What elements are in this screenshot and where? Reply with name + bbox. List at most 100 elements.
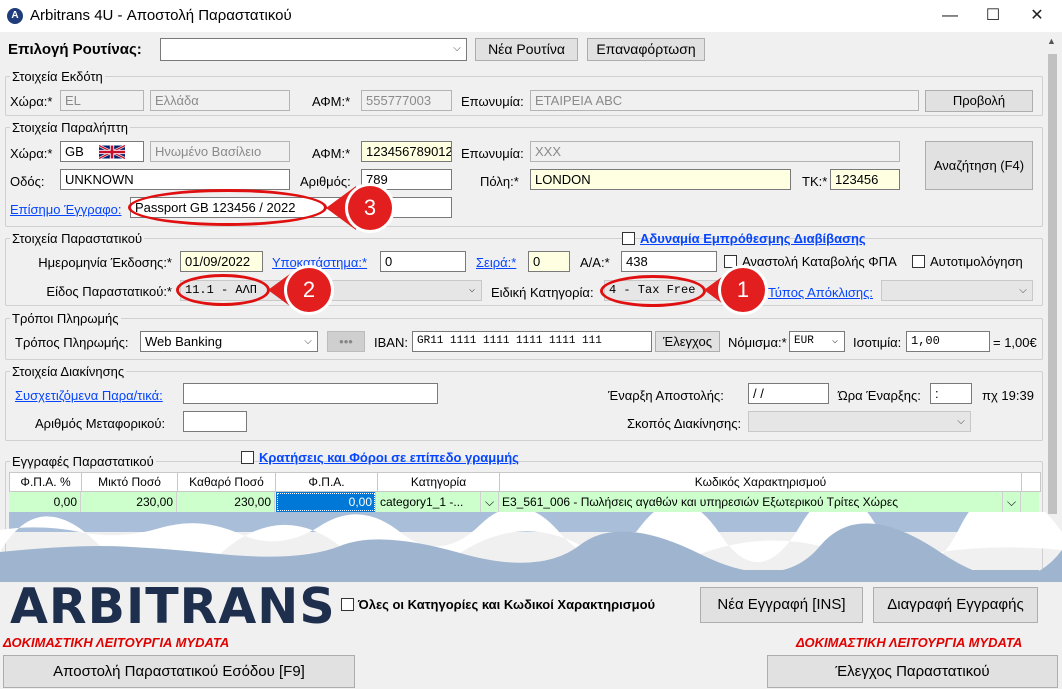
new-entry-button[interactable]: Νέα Εγγραφή [INS] (700, 587, 863, 623)
withholdings-link[interactable]: Κρατήσεις και Φόροι σε επίπεδο γραμμής (259, 450, 519, 465)
chevron-down-icon[interactable]: ⌵ (481, 492, 499, 512)
table-row[interactable]: 0,00 230,00 230,00 0,00 category1_1 -...… (9, 492, 1039, 512)
no-forward-checkbox[interactable] (622, 232, 635, 245)
special-category-label: Ειδική Κατηγορία: (491, 285, 594, 300)
chevron-down-icon[interactable]: ⌵ (1003, 492, 1021, 512)
purpose-label: Σκοπός Διακίνησης: (627, 416, 742, 431)
test-mode-left: ΔΟΚΙΜΑΣΤΙΚΗ ΛΕΙΤΟΥΡΓΙΑ MYDATA (3, 635, 230, 650)
send-document-button[interactable]: Αποστολή Παραστατικού Εσόδου [F9] (3, 655, 355, 688)
close-button[interactable]: ✕ (1022, 4, 1052, 28)
recipient-country-select[interactable]: GB (60, 141, 144, 162)
recipient-city-field[interactable]: LONDON (530, 169, 791, 190)
col-gross[interactable]: Μικτό Ποσό (82, 473, 178, 491)
issuer-country-code[interactable]: EL (60, 90, 144, 111)
aa-field[interactable]: 438 (621, 251, 717, 272)
start-date-field[interactable]: / / (748, 383, 829, 404)
vehicle-field[interactable] (183, 411, 247, 432)
row-net[interactable]: 230,00 (177, 492, 275, 512)
official-document-link[interactable]: Επίσημο Έγγραφο: (10, 202, 122, 217)
document-type-label: Είδος Παραστατικού:* (46, 284, 172, 299)
delete-entry-button[interactable]: Διαγραφή Εγγραφής (873, 587, 1038, 623)
col-net[interactable]: Καθαρό Ποσό (178, 473, 276, 491)
issuer-name-field[interactable]: ΕΤΑΙΡΕΙΑ ABC (530, 90, 919, 111)
issue-date-field[interactable]: 01/09/2022 (180, 251, 263, 272)
annotation-ellipse-3 (128, 189, 327, 226)
recipient-zip-label: ΤΚ:* (802, 174, 828, 189)
self-billing-checkbox[interactable] (912, 255, 925, 268)
related-documents-link[interactable]: Συσχετιζόμενα Παρα/τικά: (15, 388, 163, 403)
all-categories-label: Όλες οι Κατηγορίες και Κωδικοί Χαρακτηρι… (358, 597, 656, 612)
reload-button[interactable]: Επαναφόρτωση (587, 38, 705, 61)
annotation-badge-1: 1 (721, 268, 765, 312)
recipient-name-field[interactable]: XXX (530, 141, 900, 162)
annotation-badge-2: 2 (287, 268, 331, 312)
deviation-type-link[interactable]: Τύπος Απόκλισης: (768, 285, 873, 300)
entries-grid-header: Φ.Π.Α. % Μικτό Ποσό Καθαρό Ποσό Φ.Π.Α. Κ… (9, 472, 1041, 492)
vehicle-label: Αριθμός Μεταφορικού: (35, 416, 166, 431)
recipient-street-label: Οδός: (10, 174, 45, 189)
col-category[interactable]: Κατηγορία (378, 473, 500, 491)
window-title: Arbitrans 4U - Αποστολή Παραστατικού (30, 7, 292, 24)
chevron-down-icon: ⌵ (453, 43, 461, 54)
test-mode-right: ΔΟΚΙΜΑΣΤΙΚΗ ΛΕΙΤΟΥΡΓΙΑ MYDATA (796, 635, 1023, 650)
branch-field[interactable]: 0 (380, 251, 466, 272)
new-routine-button[interactable]: Νέα Ρουτίνα (475, 38, 578, 61)
arbitrans-icon: A (7, 8, 23, 24)
col-code[interactable]: Κωδικός Χαρακτηρισμού (500, 473, 1022, 491)
recipient-zip-field[interactable]: 123456 (830, 169, 900, 190)
issuer-vat-field[interactable]: 555777003 (361, 90, 452, 111)
vertical-scrollbar[interactable]: ▲ (1044, 34, 1060, 518)
issuer-country-name[interactable]: Ελλάδα (150, 90, 290, 111)
scroll-up-icon[interactable]: ▲ (1047, 36, 1056, 46)
series-link[interactable]: Σειρά:* (476, 255, 516, 270)
all-categories-checkbox[interactable] (341, 598, 354, 611)
recipient-country-code: GB (65, 144, 84, 159)
row-vat[interactable]: 0,00 (276, 492, 376, 512)
row-category[interactable]: category1_1 -... (377, 492, 481, 512)
deviation-type-select[interactable]: ⌵ (881, 280, 1033, 301)
issuer-group-title: Στοιχεία Εκδότη (10, 69, 105, 84)
vat-suspension-checkbox[interactable] (724, 255, 737, 268)
aa-label: Α/Α:* (580, 255, 610, 270)
issuer-name-label: Επωνυμία: (461, 94, 524, 109)
iban-field[interactable]: GR11 1111 1111 1111 1111 111 (412, 331, 652, 352)
vat-suspension-label: Αναστολή Καταβολής ΦΠΑ (742, 254, 897, 269)
chevron-down-icon: ⌵ (957, 416, 965, 427)
self-billing-label: Αυτοτιμολόγηση (930, 254, 1023, 269)
annotation-badge-3: 3 (348, 186, 392, 230)
row-gross[interactable]: 230,00 (81, 492, 177, 512)
rate-field[interactable]: 1,00 (906, 331, 990, 352)
recipient-name-label: Επωνυμία: (461, 146, 524, 161)
recipient-country-name[interactable]: Ηνωμένο Βασίλειο (150, 141, 290, 162)
row-vat-pct[interactable]: 0,00 (9, 492, 81, 512)
uk-flag-icon (98, 144, 126, 161)
issuer-view-button[interactable]: Προβολή (925, 90, 1033, 112)
withholdings-checkbox[interactable] (241, 451, 254, 464)
payment-method-select[interactable]: Web Banking ⌵ (140, 331, 318, 352)
recipient-vat-field[interactable]: 123456789012 (361, 141, 452, 162)
recipient-search-button[interactable]: Αναζήτηση (F4) (925, 141, 1033, 190)
currency-select[interactable]: EUR ⌵ (789, 331, 845, 352)
scroll-thumb[interactable] (1048, 54, 1057, 514)
routine-select[interactable]: ⌵ (160, 38, 467, 61)
payment-more-button[interactable]: ••• (327, 331, 365, 352)
start-time-field[interactable]: : (930, 383, 972, 404)
related-documents-field[interactable] (183, 383, 438, 404)
check-document-button[interactable]: Έλεγχος Παραστατικού (767, 655, 1058, 688)
series-field[interactable]: 0 (528, 251, 570, 272)
row-code[interactable]: E3_561_006 - Πωλήσεις αγαθών και υπηρεσι… (499, 492, 1003, 512)
document-group-title: Στοιχεία Παραστατικού (10, 231, 145, 246)
recipient-street-field[interactable]: UNKNOWN (60, 169, 290, 190)
minimize-button[interactable]: — (935, 4, 965, 28)
iban-check-button[interactable]: Έλεγχος (655, 331, 720, 352)
col-vat[interactable]: Φ.Π.Α. (276, 473, 378, 491)
purpose-select[interactable]: ⌵ (748, 411, 971, 432)
torn-edge-graphic (0, 512, 1062, 582)
rate-label: Ισοτιμία: (853, 335, 902, 350)
title-bar: A Arbitrans 4U - Αποστολή Παραστατικού —… (0, 0, 1062, 32)
start-label: Έναρξη Αποστολής: (608, 388, 724, 403)
maximize-button[interactable]: ☐ (978, 4, 1008, 28)
chevron-down-icon: ⌵ (1019, 285, 1027, 296)
no-forward-link[interactable]: Αδυναμία Εμπρόθεσμης Διαβίβασης (640, 231, 866, 246)
col-vat-pct[interactable]: Φ.Π.Α. % (10, 473, 82, 491)
